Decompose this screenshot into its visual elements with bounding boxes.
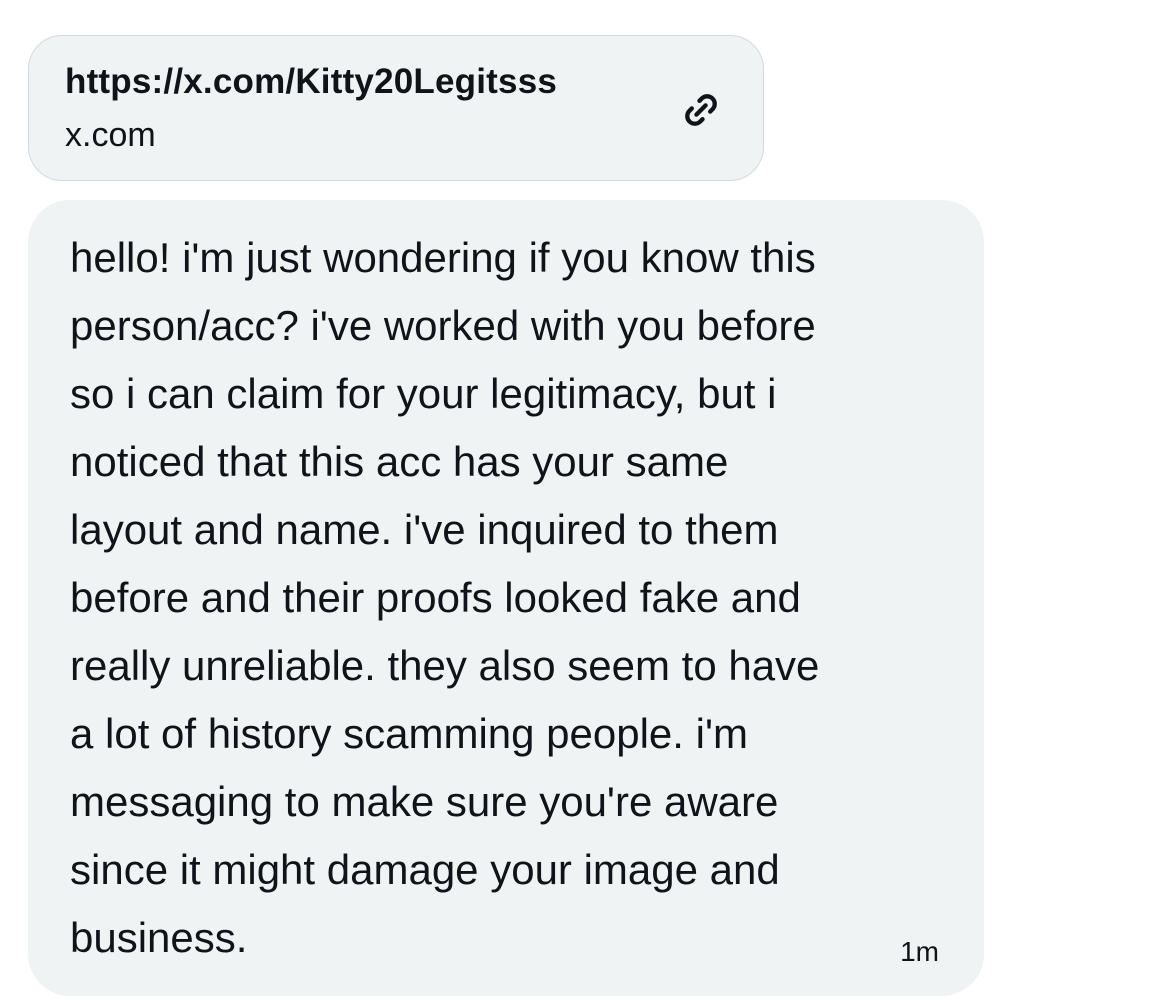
message-timestamp: 1m [900,936,939,967]
message-line: a lot of history scamming people. i'm [70,710,748,757]
message-line: messaging to make sure you're aware [70,778,779,825]
message-line: business. [70,914,248,961]
message-line: before and their proofs looked fake and [70,574,801,621]
message-text: hello! i'm just wondering if you know th… [70,224,950,972]
message-bubble: hello! i'm just wondering if you know th… [28,200,984,996]
message-line: layout and name. i've inquired to them [70,506,779,553]
message-line: really unreliable. they also seem to hav… [70,642,820,689]
message-line: person/acc? i've worked with you before [70,302,816,349]
message-line: since it might damage your image and [70,846,780,893]
message-line: so i can claim for your legitimacy, but … [70,370,777,417]
link-preview-card[interactable]: https://x.com/Kitty20Legitsss x.com [28,35,764,181]
message-line: hello! i'm just wondering if you know th… [70,234,816,281]
message-line: noticed that this acc has your same [70,438,729,485]
link-preview-domain: x.com [65,116,156,154]
link-preview-url[interactable]: https://x.com/Kitty20Legitsss [65,62,557,102]
link-icon[interactable] [675,84,727,136]
